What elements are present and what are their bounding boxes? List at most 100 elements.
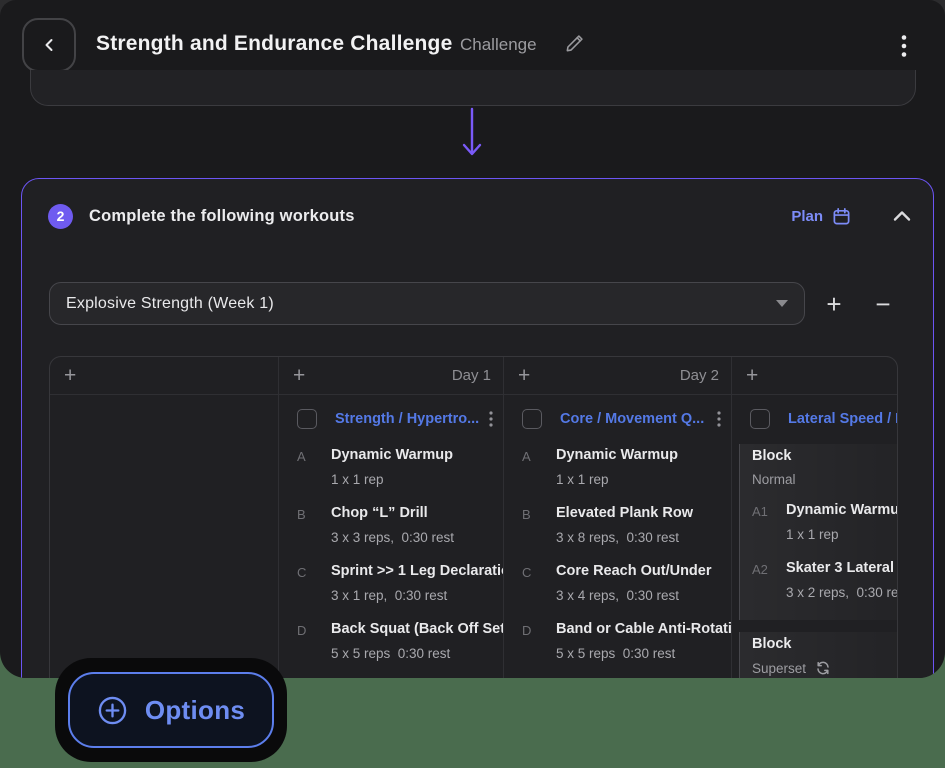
grid-header-cell: + — [732, 357, 897, 395]
exercise-name: Chop “L” Drill — [331, 505, 503, 522]
exercise-detail: 3 x 8 reps, 0:30 rest — [556, 530, 731, 545]
exercise-name: Elevated Plank Row — [556, 505, 731, 522]
add-workout-button[interactable]: + — [518, 366, 530, 386]
exercise-detail: 3 x 1 rep, 0:30 rest — [331, 588, 503, 603]
kebab-icon — [717, 411, 721, 427]
workout-card: Core / Movement Q... A Dynamic Warmup 1 … — [504, 395, 731, 678]
page-title: Strength and Endurance Challenge — [96, 32, 452, 56]
exercise-label: A2 — [752, 560, 786, 577]
workout-card: Lateral Speed / Ply Block Normal A1 Dyna… — [732, 395, 897, 678]
workout-checkbox[interactable] — [297, 409, 317, 429]
exercise-label: C — [522, 563, 556, 580]
week-select-value: Explosive Strength (Week 1) — [66, 295, 776, 313]
workout-menu-button[interactable] — [487, 409, 495, 429]
remove-week-button[interactable]: − — [864, 285, 902, 323]
step-card: 2 Complete the following workouts Plan E… — [21, 178, 934, 678]
top-bar: Strength and Endurance Challenge Challen… — [0, 0, 945, 80]
calendar-icon — [832, 207, 851, 226]
overflow-menu-button[interactable] — [886, 28, 922, 64]
grid-header-cell: + Day 1 — [279, 357, 503, 395]
collapse-step-button[interactable] — [893, 210, 911, 222]
exercise-detail: 1 x 1 rep — [786, 527, 897, 542]
grid-column-day3: + Lateral Speed / Ply Block Normal A1 D — [732, 357, 897, 678]
exercise-row[interactable]: A Dynamic Warmup 1 x 1 rep — [279, 447, 503, 487]
exercise-row[interactable]: C Core Reach Out/Under 3 x 4 reps, 0:30 … — [504, 563, 731, 603]
workout-title-link[interactable]: Strength / Hypertro... — [335, 411, 487, 427]
day-label: Day 2 — [680, 367, 719, 384]
grid-header-cell: + — [50, 357, 278, 395]
exercise-row[interactable]: B Elevated Plank Row 3 x 8 reps, 0:30 re… — [504, 505, 731, 545]
workout-title-row: Lateral Speed / Ply — [732, 404, 897, 434]
workout-title-row: Strength / Hypertro... — [279, 404, 503, 434]
workout-checkbox[interactable] — [750, 409, 770, 429]
exercise-detail: 3 x 4 reps, 0:30 rest — [556, 588, 731, 603]
add-week-button[interactable]: + — [815, 285, 853, 323]
back-button[interactable] — [22, 18, 76, 72]
pencil-icon[interactable] — [564, 33, 585, 54]
workout-card: Strength / Hypertro... A Dynamic Warmup … — [279, 395, 503, 678]
plan-link[interactable]: Plan — [791, 207, 851, 226]
exercise-name: Dynamic Warmup — [556, 447, 731, 464]
kebab-icon — [489, 411, 493, 427]
options-highlight-ring: Options — [55, 658, 287, 762]
exercise-name: Dynamic Warmup — [786, 502, 897, 519]
add-workout-button[interactable]: + — [64, 366, 76, 386]
grid-header-cell: + Day 2 — [504, 357, 731, 395]
chevron-up-icon — [893, 210, 911, 222]
block-section: Block Superset — [739, 632, 897, 678]
grid-column-day2: + Day 2 Core / Movement Q... A D — [504, 357, 732, 678]
step-number-badge: 2 — [48, 204, 73, 229]
arrow-down-icon — [460, 107, 484, 159]
superset-cycle-icon — [815, 660, 831, 676]
app-window: Strength and Endurance Challenge Challen… — [0, 0, 945, 678]
block-title: Block — [752, 448, 897, 464]
exercise-row[interactable]: A Dynamic Warmup 1 x 1 rep — [504, 447, 731, 487]
step-header: 2 Complete the following workouts Plan — [48, 194, 911, 238]
exercise-row[interactable]: A2 Skater 3 Lateral Ho 3 x 2 reps, 0:30 … — [752, 560, 897, 600]
exercise-row[interactable]: A1 Dynamic Warmup 1 x 1 rep — [752, 502, 897, 542]
options-button[interactable]: Options — [68, 672, 274, 748]
workout-checkbox[interactable] — [522, 409, 542, 429]
options-label: Options — [145, 695, 245, 726]
add-workout-button[interactable]: + — [293, 366, 305, 386]
workout-title-link[interactable]: Core / Movement Q... — [560, 411, 715, 427]
exercise-row[interactable]: B Chop “L” Drill 3 x 3 reps, 0:30 rest — [279, 505, 503, 545]
exercise-label: D — [297, 621, 331, 638]
exercise-row[interactable]: D Band or Cable Anti-Rotati... 5 x 5 rep… — [504, 621, 731, 661]
exercise-row[interactable]: C Sprint >> 1 Leg Declarations 3 x 1 rep… — [279, 563, 503, 603]
circle-plus-icon — [97, 695, 128, 726]
grid-column-rest: + — [50, 357, 279, 678]
exercise-name: Back Squat (Back Off Set) — [331, 621, 503, 638]
exercise-name: Skater 3 Lateral Ho — [786, 560, 897, 577]
workout-title-row: Core / Movement Q... — [504, 404, 731, 434]
exercise-name: Sprint >> 1 Leg Declarations — [331, 563, 503, 580]
day-label: Day 1 — [452, 367, 491, 384]
step-title: Complete the following workouts — [89, 207, 355, 226]
exercise-detail: 5 x 5 reps 0:30 rest — [331, 646, 503, 661]
plan-label: Plan — [791, 208, 823, 225]
exercise-name: Band or Cable Anti-Rotati... — [556, 621, 731, 638]
block-mode: Superset — [752, 661, 806, 676]
exercise-detail: 1 x 1 rep — [556, 472, 731, 487]
previous-step-card[interactable] — [30, 70, 916, 106]
exercise-label: A1 — [752, 502, 786, 519]
add-workout-button[interactable]: + — [746, 366, 758, 386]
exercise-label: C — [297, 563, 331, 580]
exercise-label: D — [522, 621, 556, 638]
workout-title-link[interactable]: Lateral Speed / Ply — [788, 411, 897, 427]
exercise-label: B — [522, 505, 556, 522]
chevron-left-icon — [39, 35, 59, 55]
workout-menu-button[interactable] — [715, 409, 723, 429]
block-title: Block — [752, 636, 897, 652]
exercise-name: Dynamic Warmup — [331, 447, 503, 464]
block-mode: Normal — [752, 472, 897, 487]
exercise-detail: 1 x 1 rep — [331, 472, 503, 487]
block-section: Block Normal A1 Dynamic Warmup 1 x 1 rep… — [739, 444, 897, 620]
exercise-row[interactable]: D Back Squat (Back Off Set) 5 x 5 reps 0… — [279, 621, 503, 661]
exercise-label: A — [522, 447, 556, 464]
caret-down-icon — [776, 300, 788, 307]
week-select[interactable]: Explosive Strength (Week 1) — [49, 282, 805, 325]
exercise-label: A — [297, 447, 331, 464]
kebab-icon — [901, 34, 907, 58]
exercise-label: B — [297, 505, 331, 522]
